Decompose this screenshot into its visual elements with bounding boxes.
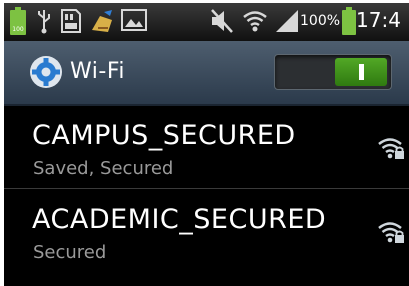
network-status: Saved, Secured: [33, 158, 174, 179]
usb-icon: [38, 10, 50, 34]
toggle-knob: [335, 58, 387, 86]
sd-card-icon: [61, 9, 81, 33]
network-status: Secured: [33, 242, 107, 263]
signal-icon: [276, 10, 298, 32]
wifi-icon: [243, 11, 267, 32]
divider: [4, 188, 409, 189]
battery-icon: [342, 7, 356, 35]
page-title: Wi-Fi: [70, 59, 125, 84]
list-item[interactable]: ACADEMIC_SECURED Secured: [4, 190, 409, 272]
mute-icon: [211, 9, 233, 33]
status-bar: 100 100% 17:4: [4, 3, 409, 41]
gear-icon: [30, 56, 62, 88]
battery-full-icon: 100: [10, 7, 26, 35]
image-icon: [121, 9, 147, 31]
battery-percent: 100%: [300, 13, 341, 29]
status-time: 17:4: [356, 8, 401, 32]
toggle-on-indicator: [359, 64, 364, 80]
wifi-toggle[interactable]: [274, 54, 392, 90]
list-item[interactable]: CAMPUS_SECURED Saved, Secured: [4, 106, 409, 188]
wifi-header: Wi-Fi: [4, 41, 409, 106]
network-ssid: CAMPUS_SECURED: [32, 120, 296, 151]
flag-cleaner-icon: [92, 10, 112, 32]
wifi-lock-icon: [378, 138, 404, 159]
network-ssid: ACADEMIC_SECURED: [32, 204, 327, 235]
svg-text:100: 100: [12, 26, 24, 33]
phone-screen: 100 100% 17:4 Wi-Fi CAMPUS_SECURED Saved…: [4, 3, 409, 286]
wifi-lock-icon: [378, 222, 404, 243]
